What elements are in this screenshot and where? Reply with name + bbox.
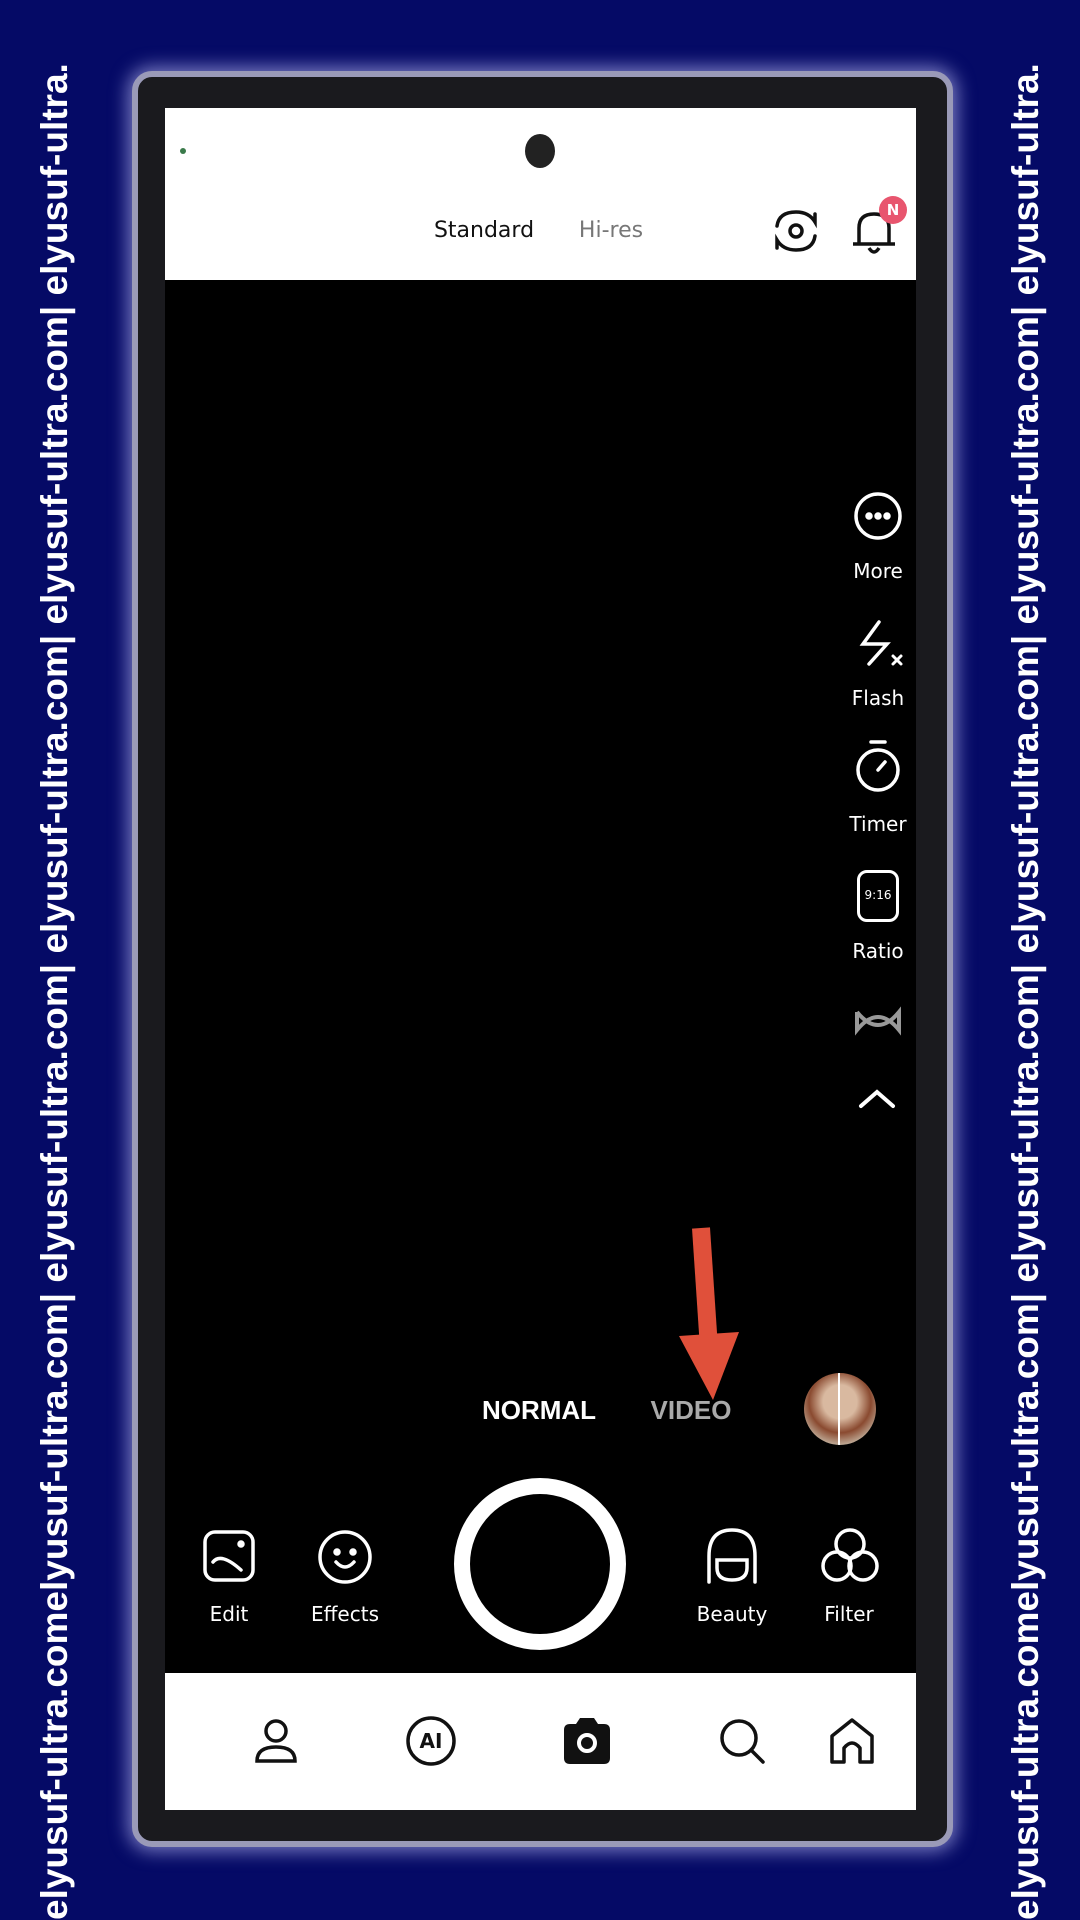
resolution-standard[interactable]: Standard <box>434 218 534 243</box>
bottom-nav: AI <box>165 1673 916 1810</box>
beauty-label[interactable]: Beauty <box>697 1602 768 1626</box>
watermark-right: elyusuf-ultra.comelyusuf-ultra.com| elyu… <box>1005 63 1046 1920</box>
flash-label[interactable]: Flash <box>852 686 904 710</box>
top-bar: Standard Hi-res N <box>165 108 916 280</box>
profile-icon[interactable] <box>253 1717 299 1765</box>
mode-normal[interactable]: NORMAL <box>482 1395 596 1426</box>
resolution-hi-res[interactable]: Hi-res <box>579 218 643 243</box>
ratio-icon[interactable]: 9:16 <box>857 870 899 922</box>
infinity-icon[interactable] <box>853 1004 903 1038</box>
effects-label[interactable]: Effects <box>311 1602 379 1626</box>
flash-off-icon[interactable] <box>853 618 905 672</box>
timer-label[interactable]: Timer <box>849 812 906 836</box>
red-arrow-annotation <box>679 1227 739 1400</box>
more-label[interactable]: More <box>853 559 903 583</box>
chevron-up-icon[interactable] <box>855 1086 899 1112</box>
timer-icon[interactable] <box>853 738 903 794</box>
notification-badge: N <box>879 196 907 224</box>
watermark-left: elyusuf-ultra.comelyusuf-ultra.com| elyu… <box>34 63 75 1920</box>
beauty-icon[interactable] <box>703 1526 761 1586</box>
home-icon[interactable] <box>828 1716 876 1766</box>
camera-icon[interactable] <box>560 1716 614 1766</box>
ratio-label[interactable]: Ratio <box>852 939 903 963</box>
camera-screen: Standard Hi-res N More Flash Timer 9:16 … <box>165 108 916 1810</box>
shutter-button[interactable] <box>454 1478 626 1650</box>
filter-icon[interactable] <box>819 1526 881 1586</box>
status-dot <box>180 148 186 154</box>
ai-icon[interactable]: AI <box>405 1715 457 1767</box>
front-camera-hole <box>525 134 555 168</box>
smiley-icon[interactable] <box>316 1528 374 1586</box>
flip-camera-icon[interactable] <box>769 204 823 258</box>
edit-label[interactable]: Edit <box>210 1602 249 1626</box>
ai-icon-text: AI <box>420 1729 443 1753</box>
gallery-avatar[interactable] <box>804 1373 876 1445</box>
image-edit-icon[interactable] <box>201 1528 257 1584</box>
more-icon[interactable] <box>853 491 903 541</box>
search-icon[interactable] <box>717 1716 767 1766</box>
filter-label[interactable]: Filter <box>824 1602 874 1626</box>
mode-video[interactable]: VIDEO <box>651 1395 732 1426</box>
